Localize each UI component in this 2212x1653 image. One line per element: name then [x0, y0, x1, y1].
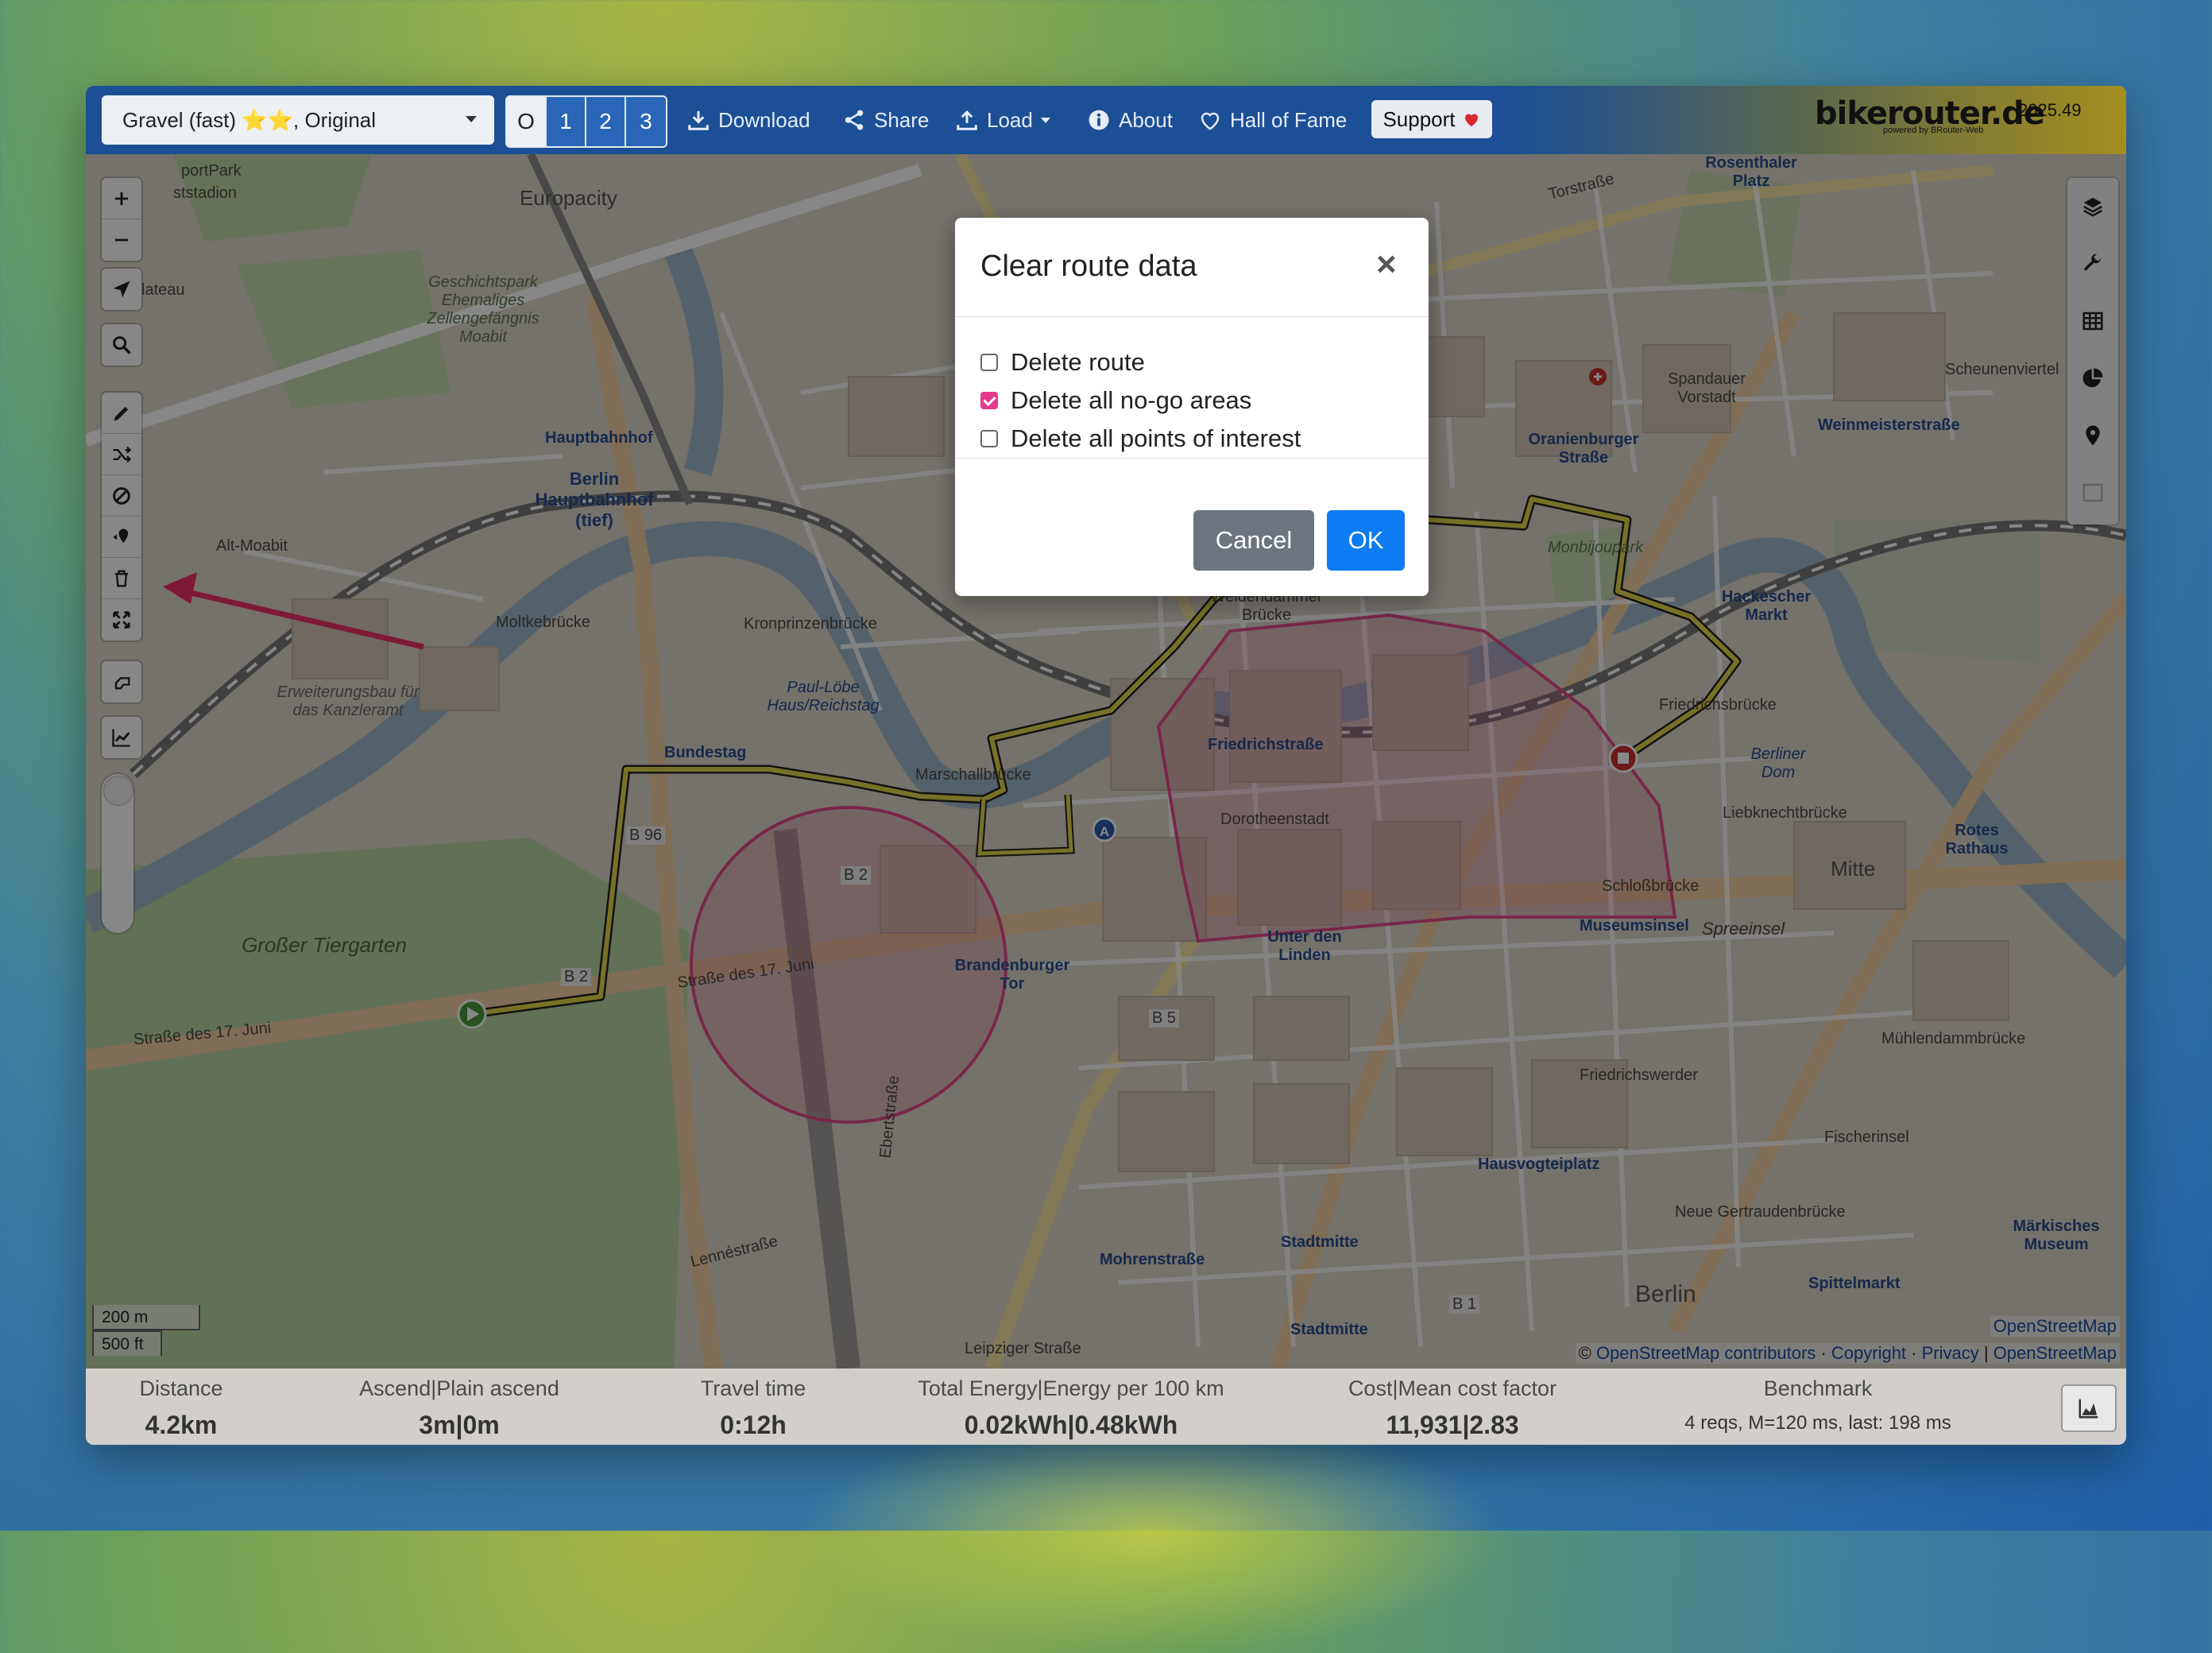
stat-benchmark: Benchmark 4 reqs, M=120 ms, last: 198 ms	[1659, 1376, 1977, 1434]
version-label: 2025.49	[2018, 100, 2082, 120]
stat-ascend: Ascend|Plain ascend 3m|0m	[324, 1376, 594, 1440]
stat-ascend-value: 3m|0m	[419, 1411, 500, 1439]
info-icon	[1089, 110, 1109, 130]
support-label: Support	[1382, 106, 1456, 131]
stat-cost-label: Cost|Mean cost factor	[1348, 1376, 1557, 1400]
caret-down-icon	[1040, 117, 1050, 123]
stat-distance-value: 4.2km	[145, 1411, 218, 1439]
alternative-button-2[interactable]: 2	[586, 97, 626, 146]
stat-travel-time: Travel time 0:12h	[666, 1376, 841, 1440]
download-label: Download	[718, 107, 810, 132]
about-button[interactable]: About	[1087, 102, 1173, 138]
stat-ascend-label: Ascend|Plain ascend	[359, 1376, 559, 1400]
elevation-chart-button[interactable]	[2061, 1384, 2117, 1432]
stat-benchmark-label: Benchmark	[1763, 1376, 1873, 1400]
heart-icon	[1201, 112, 1220, 130]
about-label: About	[1119, 107, 1173, 132]
stat-energy: Total Energy|Energy per 100 km 0.02kWh|0…	[896, 1376, 1246, 1440]
top-navbar: Gravel (fast) ⭐⭐, Original O 1 2 3 Downl…	[86, 86, 2126, 154]
browser-window: Gravel (fast) ⭐⭐, Original O 1 2 3 Downl…	[86, 86, 2126, 1445]
dialog-header: Clear route data ×	[955, 218, 1429, 317]
alternative-button-3[interactable]: 3	[626, 97, 666, 146]
chevron-down-icon	[466, 116, 477, 122]
delete-route-option[interactable]: Delete route	[980, 348, 1145, 377]
support-button[interactable]: Support	[1371, 100, 1492, 138]
hall-of-fame-label: Hall of Fame	[1230, 107, 1348, 132]
stat-energy-label: Total Energy|Energy per 100 km	[918, 1376, 1224, 1400]
stat-distance: Distance 4.2km	[110, 1376, 253, 1440]
background-glow	[795, 1415, 1510, 1653]
share-button[interactable]: Share	[842, 102, 929, 138]
dialog-body: Delete route Delete all no-go areas Dele…	[955, 318, 1429, 459]
brand-subtitle: powered by BRouter-Web	[1883, 126, 1984, 135]
delete-nogo-option[interactable]: Delete all no-go areas	[980, 386, 1251, 415]
delete-nogo-label: Delete all no-go areas	[1011, 386, 1252, 414]
stat-travel-value: 0:12h	[720, 1411, 787, 1439]
stat-benchmark-value: 4 reqs, M=120 ms, last: 198 ms	[1684, 1412, 1951, 1434]
cancel-button[interactable]: Cancel	[1193, 510, 1314, 571]
delete-nogo-checkbox[interactable]	[980, 392, 998, 409]
stat-cost: Cost|Mean cost factor 11,931|2.83	[1309, 1376, 1595, 1440]
clear-route-dialog: Clear route data × Delete route Delete a…	[955, 218, 1429, 596]
profile-select[interactable]: Gravel (fast) ⭐⭐, Original	[102, 95, 494, 145]
alternative-button-0[interactable]: O	[507, 97, 547, 146]
route-stats-bar: Distance 4.2km Ascend|Plain ascend 3m|0m…	[86, 1368, 2126, 1445]
share-icon	[845, 110, 864, 130]
share-label: Share	[874, 107, 930, 132]
area-chart-icon	[2079, 1399, 2098, 1419]
stat-travel-label: Travel time	[700, 1376, 806, 1400]
load-button[interactable]: Load	[955, 102, 1050, 138]
download-icon	[688, 110, 709, 130]
hall-of-fame-button[interactable]: Hall of Fame	[1198, 102, 1347, 138]
delete-route-label: Delete route	[1011, 348, 1145, 376]
download-button[interactable]: Download	[686, 102, 810, 138]
alternative-group: O 1 2 3	[505, 95, 667, 148]
delete-route-checkbox[interactable]	[980, 354, 998, 371]
alternative-button-1[interactable]: 1	[547, 97, 586, 146]
dialog-title: Clear route data	[980, 250, 1197, 283]
close-icon[interactable]: ×	[1376, 245, 1397, 285]
stat-energy-value: 0.02kWh|0.48kWh	[964, 1411, 1178, 1439]
delete-poi-option[interactable]: Delete all points of interest	[980, 424, 1301, 453]
delete-poi-checkbox[interactable]	[980, 430, 998, 447]
stat-distance-label: Distance	[139, 1376, 223, 1400]
red-heart-icon	[1464, 114, 1478, 126]
profile-select-label: Gravel (fast) ⭐⭐, Original	[122, 107, 377, 132]
stat-cost-value: 11,931|2.83	[1386, 1411, 1519, 1439]
load-label: Load	[987, 107, 1033, 132]
upload-icon	[957, 110, 977, 130]
ok-button[interactable]: OK	[1327, 510, 1405, 571]
delete-poi-label: Delete all points of interest	[1011, 424, 1301, 452]
